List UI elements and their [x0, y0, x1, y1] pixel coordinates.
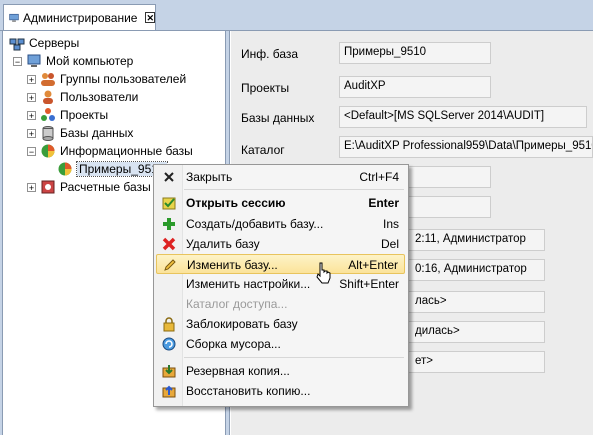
monitor-icon — [9, 13, 19, 22]
menu-item-edit-settings[interactable]: Изменить настройки... Shift+Enter — [156, 274, 405, 294]
menu-separator — [184, 189, 404, 190]
tree-label: Проекты — [60, 108, 109, 122]
open-session-icon — [162, 197, 176, 210]
garbage-collect-icon — [162, 337, 176, 351]
pie-chart-icon — [41, 144, 55, 158]
tree-node-users[interactable]: + Пользователи — [27, 89, 138, 105]
menu-shortcut: Ctrl+F4 — [359, 170, 399, 184]
projects-icon — [41, 108, 55, 121]
menu-item-close[interactable]: Закрыть Ctrl+F4 — [156, 167, 405, 187]
tab-administration[interactable]: Администрирование ✕ — [3, 4, 156, 30]
tree-label-servers: Серверы — [29, 36, 80, 50]
label-databases: Базы данных — [241, 111, 315, 125]
field-status-2-text: дилась> — [415, 325, 460, 337]
tab-strip: Администрирование ✕ — [0, 0, 593, 31]
lock-icon — [163, 317, 175, 332]
field-info-base: Примеры_9510 — [339, 42, 491, 64]
tree-label-computer: Мой компьютер — [46, 54, 134, 68]
computer-icon — [27, 54, 41, 67]
expand-toggle[interactable]: + — [27, 110, 36, 120]
menu-label: Восстановить копию... — [186, 384, 311, 398]
tree-node-servers[interactable]: Серверы — [9, 35, 79, 51]
context-menu: Закрыть Ctrl+F4 Открыть сессию Enter Соз… — [153, 164, 409, 407]
menu-shortcut: Enter — [368, 196, 399, 210]
tree-node-info-bases[interactable]: − Информационные базы — [27, 143, 193, 159]
user-icon — [43, 90, 53, 104]
menu-separator — [184, 357, 404, 358]
collapse-toggle[interactable]: − — [13, 56, 22, 66]
close-icon — [164, 172, 174, 182]
field-status-3-text: ет> — [415, 355, 433, 367]
field-modified-text: 0:16, Администратор — [415, 263, 527, 275]
close-tab-button[interactable]: ✕ — [145, 12, 155, 23]
field-created-text: 2:11, Администратор — [415, 233, 526, 245]
tree-label: Базы данных — [60, 126, 134, 140]
expand-toggle[interactable]: + — [27, 92, 36, 102]
menu-item-lock-base[interactable]: Заблокировать базу — [156, 314, 405, 334]
restore-icon — [162, 385, 176, 398]
backup-icon — [162, 365, 176, 378]
servers-icon — [9, 38, 25, 51]
tree-node-user-groups[interactable]: + Группы пользователей — [27, 71, 186, 87]
menu-label: Каталог доступа... — [186, 297, 288, 311]
field-catalog: E:\AuditXP Professional959\Data\Примеры_… — [339, 136, 593, 158]
field-databases: <Default>[MS SQLServer 2014\AUDIT] — [339, 106, 587, 128]
tree-node-databases[interactable]: + Базы данных — [27, 125, 133, 141]
menu-label: Удалить базу — [186, 237, 260, 251]
menu-label: Создать/добавить базу... — [186, 217, 324, 231]
delete-icon — [162, 237, 176, 251]
tree-label: Информационные базы — [60, 144, 193, 158]
menu-item-open-session[interactable]: Открыть сессию Enter — [156, 193, 405, 213]
menu-label: Резервная копия... — [186, 364, 290, 378]
menu-item-delete-base[interactable]: Удалить базу Del — [156, 234, 405, 254]
menu-shortcut: Shift+Enter — [339, 277, 399, 291]
calc-bases-icon — [41, 180, 55, 194]
tree-node-calc-bases[interactable]: + Расчетные базы — [27, 179, 151, 195]
menu-label: Изменить базу... — [187, 258, 278, 272]
field-status-1-text: лась> — [415, 295, 447, 307]
menu-label: Открыть сессию — [186, 196, 286, 210]
menu-item-restore[interactable]: Восстановить копию... — [156, 381, 405, 401]
menu-label: Заблокировать базу — [186, 317, 298, 331]
menu-shortcut: Del — [380, 237, 399, 251]
menu-label: Сборка мусора... — [186, 337, 281, 351]
pie-chart-icon — [58, 162, 72, 176]
tree-label: Расчетные базы — [60, 180, 151, 194]
expand-toggle[interactable]: + — [27, 128, 36, 138]
tree-node-projects[interactable]: + Проекты — [27, 107, 108, 123]
menu-item-backup[interactable]: Резервная копия... — [156, 361, 405, 381]
tree-label: Пользователи — [60, 90, 139, 104]
expand-toggle[interactable]: + — [27, 182, 36, 192]
menu-item-create-base[interactable]: Создать/добавить базу... Ins — [156, 214, 405, 234]
user-group-icon — [41, 73, 55, 86]
database-icon — [42, 126, 54, 141]
menu-item-access-catalog: Каталог доступа... — [156, 294, 405, 314]
menu-shortcut: Alt+Enter — [348, 258, 398, 272]
menu-item-garbage-collect[interactable]: Сборка мусора... — [156, 334, 405, 354]
mouse-cursor-icon — [316, 262, 331, 284]
menu-item-edit-base[interactable]: Изменить базу... Alt+Enter — [156, 254, 405, 274]
collapse-toggle[interactable]: − — [27, 146, 36, 156]
expand-toggle[interactable]: + — [27, 74, 36, 84]
label-catalog: Каталог — [241, 143, 285, 157]
tree-node-selected-base[interactable]: Примеры_9510 — [57, 161, 168, 177]
menu-shortcut: Ins — [382, 217, 399, 231]
pencil-icon — [164, 259, 176, 271]
field-projects: AuditXP — [339, 76, 491, 98]
menu-label: Изменить настройки... — [186, 277, 311, 291]
tab-title: Администрирование — [23, 10, 138, 25]
tree-node-my-computer[interactable]: − Мой компьютер — [13, 53, 133, 69]
menu-label: Закрыть — [186, 170, 233, 184]
label-info-base: Инф. база — [241, 47, 299, 61]
label-projects: Проекты — [241, 81, 290, 95]
tree-label: Группы пользователей — [60, 72, 187, 86]
add-icon — [163, 218, 175, 230]
